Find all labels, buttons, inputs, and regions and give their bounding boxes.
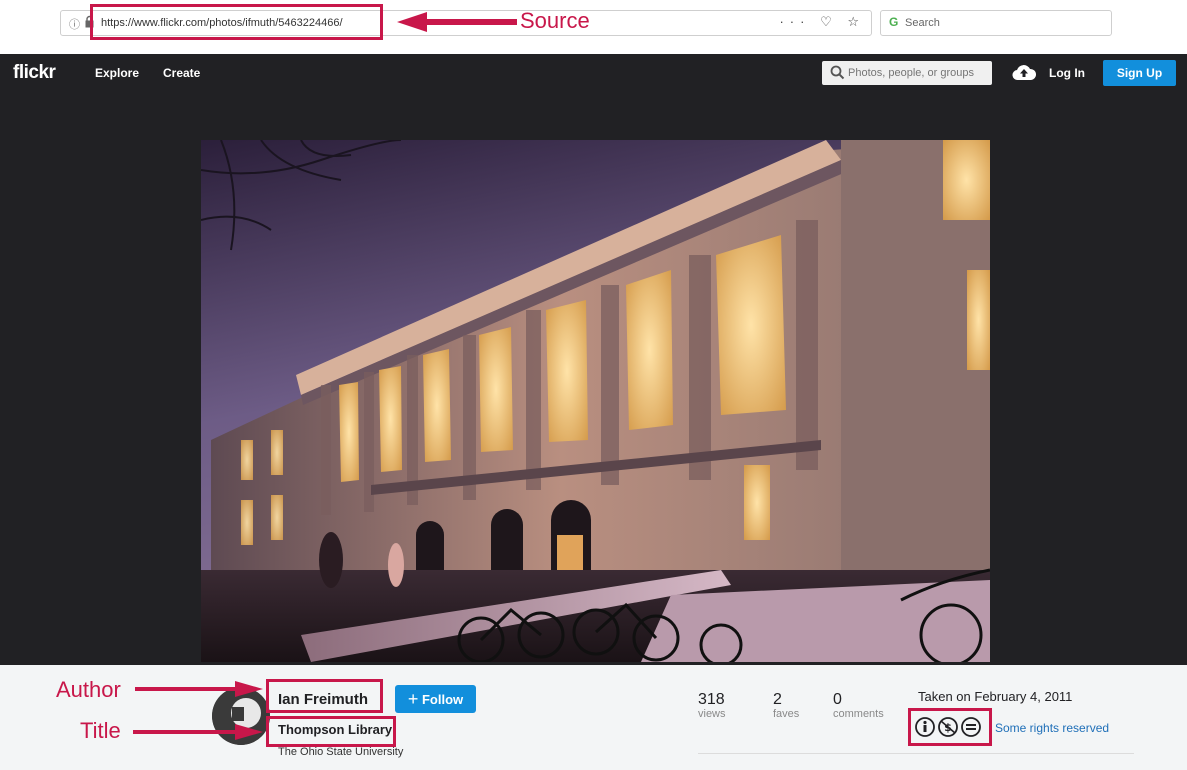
title-highlight-box <box>266 716 396 747</box>
main-photo[interactable] <box>201 140 990 662</box>
stat-value: 318 <box>698 691 725 708</box>
browser-search-placeholder: Search <box>905 17 940 29</box>
browser-search-box[interactable]: G Search <box>880 10 1112 36</box>
photo-stage <box>0 92 1187 665</box>
search-icon <box>830 65 845 80</box>
follow-button[interactable]: + Follow <box>395 685 476 713</box>
site-search-input[interactable] <box>848 64 988 82</box>
search-engine-icon: G <box>889 15 899 29</box>
taken-date: Taken on February 4, 2011 <box>918 689 1073 704</box>
rights-link[interactable]: Some rights reserved <box>995 721 1109 735</box>
signup-button[interactable]: Sign Up <box>1103 60 1176 86</box>
title-arrow-icon <box>133 724 263 740</box>
photo-description: The Ohio State University <box>278 746 404 758</box>
stat-comments: 0 comments <box>833 691 884 720</box>
flickr-logo[interactable]: flickr <box>13 62 56 84</box>
follow-label: Follow <box>421 692 464 707</box>
info-icon[interactable]: ⓘ <box>69 16 80 32</box>
nav-explore-link[interactable]: Explore <box>95 66 139 80</box>
title-annotation-label: Title <box>80 718 121 743</box>
divider <box>698 753 1134 754</box>
source-annotation-label: Source <box>520 8 590 33</box>
stat-label: views <box>698 708 726 720</box>
stat-value: 2 <box>773 691 782 708</box>
site-search-box[interactable] <box>822 61 992 85</box>
stat-views: 318 views <box>698 691 726 720</box>
upload-cloud-icon[interactable] <box>1012 63 1036 81</box>
author-annotation-label: Author <box>56 677 121 702</box>
author-highlight-box <box>266 679 383 713</box>
stat-label: faves <box>773 708 800 720</box>
plus-icon: + <box>407 689 419 709</box>
page-actions[interactable]: ··· ♡ ☆ <box>779 14 865 30</box>
nav-create-link[interactable]: Create <box>163 66 200 80</box>
login-link[interactable]: Log In <box>1049 66 1085 80</box>
library-photo-image <box>201 140 990 662</box>
source-arrow-icon <box>397 12 517 32</box>
flickr-navbar: flickr Explore Create Log In Sign Up <box>0 54 1187 92</box>
stat-value: 0 <box>833 691 842 708</box>
source-highlight-box <box>90 4 383 40</box>
stat-faves: 2 faves <box>773 691 799 720</box>
author-arrow-icon <box>135 681 263 697</box>
stat-label: comments <box>833 708 884 720</box>
license-highlight-box <box>908 708 992 746</box>
